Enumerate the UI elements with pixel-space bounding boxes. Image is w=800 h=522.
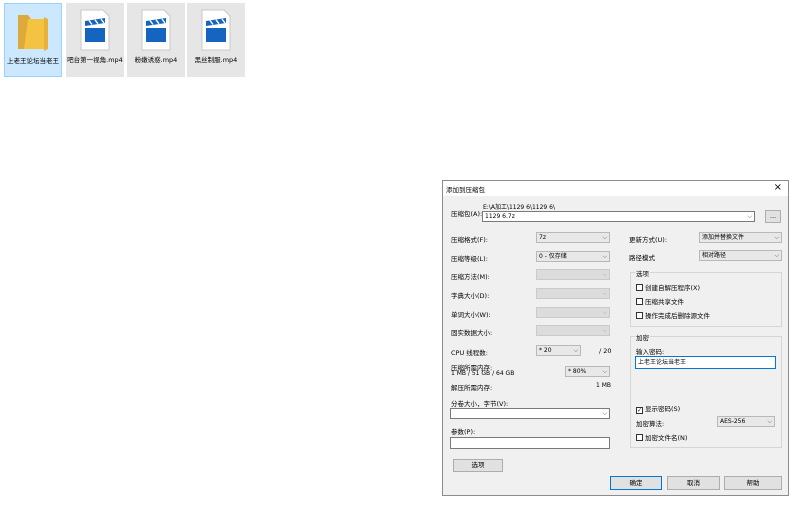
chevron-down-icon: ⌵ bbox=[602, 327, 607, 334]
path-mode-select[interactable]: 相对路径 ⌵ bbox=[699, 250, 782, 261]
mem-compress-detail: 1 MB / 51 GB / 64 GB bbox=[451, 370, 515, 377]
mem-percent-value: * 80% bbox=[568, 368, 587, 375]
desktop-item-video[interactable]: 粉嫩诱惑.mp4 bbox=[127, 3, 185, 77]
chevron-down-icon: ⌵ bbox=[602, 368, 607, 375]
cpu-label: CPU 线程数: bbox=[451, 349, 488, 357]
level-value: 0 - 仅存储 bbox=[539, 253, 567, 260]
dialog-title: 添加到压缩包 bbox=[446, 186, 485, 194]
cancel-button[interactable]: 取消 bbox=[667, 476, 720, 490]
chevron-down-icon: ⌵ bbox=[602, 271, 607, 278]
password-label: 输入密码: bbox=[636, 348, 665, 356]
chevron-down-icon: ⌵ bbox=[573, 347, 578, 354]
encrypt-names-label: 加密文件名(N) bbox=[645, 434, 688, 442]
mem-usage-select[interactable]: * 80% ⌵ bbox=[565, 366, 610, 377]
word-label: 单词大小(W): bbox=[451, 311, 491, 319]
desktop-item-video[interactable]: 吧台第一视角.mp4 bbox=[66, 3, 124, 77]
params-label: 参数(P): bbox=[451, 428, 476, 436]
chevron-down-icon: ⌵ bbox=[767, 418, 772, 425]
help-button[interactable]: 帮助 bbox=[724, 476, 782, 490]
desktop-item-video[interactable]: 黑丝制服.mp4 bbox=[187, 3, 245, 77]
delete-after-label: 操作完成后删除源文件 bbox=[645, 312, 710, 320]
file-name: 上老王论坛当老王 bbox=[7, 57, 59, 65]
format-label: 压缩格式(F): bbox=[451, 236, 489, 244]
update-mode-select[interactable]: 添加并替换文件 ⌵ bbox=[699, 232, 782, 243]
checkbox-icon bbox=[636, 298, 643, 305]
archive-label: 压缩包(A): bbox=[451, 210, 483, 218]
show-password-label: 显示密码(S) bbox=[645, 405, 681, 413]
update-label: 更新方式(U): bbox=[629, 236, 668, 244]
algo-label: 加密算法: bbox=[636, 420, 665, 428]
ok-button[interactable]: 确定 bbox=[610, 476, 662, 490]
cpu-threads-select[interactable]: * 20 ⌵ bbox=[536, 345, 581, 356]
encryption-method-select[interactable]: AES-256 ⌵ bbox=[717, 416, 775, 427]
encryption-group-title: 加密 bbox=[635, 332, 650, 342]
solid-select[interactable]: ⌵ bbox=[536, 325, 610, 336]
desktop-item-folder[interactable]: 上老王论坛当老王 bbox=[4, 3, 62, 77]
chevron-down-icon: ⌵ bbox=[747, 213, 752, 220]
chevron-down-icon: ⌵ bbox=[602, 290, 607, 297]
checkbox-icon bbox=[636, 312, 643, 319]
options-button[interactable]: 选项 bbox=[453, 459, 503, 472]
browse-button[interactable]: ... bbox=[765, 210, 781, 223]
format-value: 7z bbox=[539, 234, 546, 241]
checkmark-icon: ✓ bbox=[636, 407, 643, 414]
level-label: 压缩等级(L): bbox=[451, 255, 488, 263]
mem-decompress-value: 1 MB bbox=[596, 382, 612, 389]
encrypt-names-checkbox[interactable]: 加密文件名(N) bbox=[636, 432, 687, 442]
create-sfx-checkbox[interactable]: 创建自解压程序(X) bbox=[636, 282, 700, 292]
split-size-combo[interactable]: ⌵ bbox=[450, 408, 610, 419]
cpu-total: / 20 bbox=[599, 347, 612, 355]
video-file-icon bbox=[201, 9, 231, 51]
format-select[interactable]: 7z ⌵ bbox=[536, 232, 610, 243]
split-label: 分卷大小，字节(V): bbox=[451, 400, 509, 408]
add-to-archive-dialog: 添加到压缩包 × 压缩包(A): E:\A加工\1129 6\1129 6\ 1… bbox=[442, 180, 789, 496]
level-select[interactable]: 0 - 仅存储 ⌵ bbox=[536, 251, 610, 262]
checkbox-icon bbox=[636, 284, 643, 291]
method-select[interactable]: ⌵ bbox=[536, 269, 610, 280]
method-label: 压缩方法(M): bbox=[451, 273, 490, 281]
delete-after-checkbox[interactable]: 操作完成后删除源文件 bbox=[636, 310, 710, 320]
close-icon[interactable]: × bbox=[774, 182, 782, 194]
chevron-down-icon: ⌵ bbox=[774, 234, 779, 241]
path-mode-value: 相对路径 bbox=[702, 252, 727, 259]
chevron-down-icon: ⌵ bbox=[602, 253, 607, 260]
chevron-down-icon: ⌵ bbox=[774, 252, 779, 259]
archive-name-value: 1129 6.7z bbox=[485, 213, 515, 220]
show-password-checkbox[interactable]: ✓ 显示密码(S) bbox=[636, 403, 680, 414]
path-mode-label: 路径模式 bbox=[629, 254, 655, 262]
file-name: 黑丝制服.mp4 bbox=[194, 56, 238, 64]
chevron-down-icon: ⌵ bbox=[602, 410, 607, 417]
compress-shared-label: 压缩共享文件 bbox=[645, 298, 684, 306]
file-name: 粉嫩诱惑.mp4 bbox=[134, 56, 178, 64]
options-group-title: 选项 bbox=[635, 268, 650, 278]
word-select[interactable]: ⌵ bbox=[536, 307, 610, 318]
video-file-icon bbox=[141, 9, 171, 51]
file-name: 吧台第一视角.mp4 bbox=[67, 56, 123, 64]
chevron-down-icon: ⌵ bbox=[602, 234, 607, 241]
archive-path: E:\A加工\1129 6\1129 6\ bbox=[483, 204, 555, 211]
compress-shared-checkbox[interactable]: 压缩共享文件 bbox=[636, 296, 684, 306]
checkbox-icon bbox=[636, 434, 643, 441]
video-file-icon bbox=[80, 9, 110, 51]
create-sfx-label: 创建自解压程序(X) bbox=[645, 284, 701, 292]
dialog-titlebar: 添加到压缩包 × bbox=[443, 181, 788, 196]
mem-decompress-label: 解压所需内存: bbox=[451, 384, 493, 392]
cpu-value: * 20 bbox=[539, 347, 552, 354]
options-group: 选项 创建自解压程序(X) 压缩共享文件 操作完成后删除源文件 bbox=[630, 268, 782, 327]
archive-name-combo[interactable]: 1129 6.7z ⌵ bbox=[482, 211, 755, 222]
algo-value: AES-256 bbox=[720, 418, 746, 425]
encryption-group: 加密 输入密码: 上老王论坛当老王 ✓ 显示密码(S) 加密算法: AES-256… bbox=[630, 332, 782, 448]
chevron-down-icon: ⌵ bbox=[602, 309, 607, 316]
folder-icon bbox=[18, 15, 48, 51]
params-input[interactable] bbox=[450, 437, 610, 449]
dict-select[interactable]: ⌵ bbox=[536, 288, 610, 299]
update-value: 添加并替换文件 bbox=[702, 234, 745, 241]
password-input[interactable]: 上老王论坛当老王 bbox=[635, 356, 776, 369]
dict-label: 字典大小(D): bbox=[451, 292, 490, 300]
solid-label: 固实数据大小: bbox=[451, 329, 493, 337]
